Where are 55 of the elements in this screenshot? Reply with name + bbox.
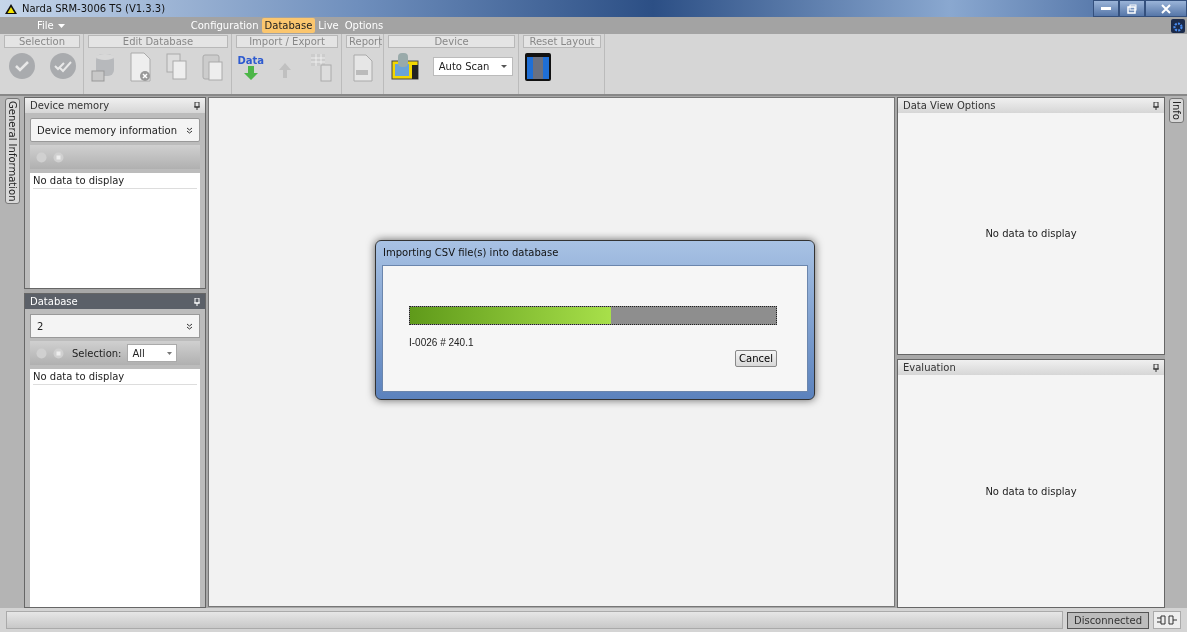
paste-icon[interactable] [200,51,226,83]
empty-message: No data to display [985,485,1077,497]
window-title: Narda SRM-3006 TS (V1.3.3) [22,3,166,14]
plug-icon[interactable] [1153,611,1181,629]
minimize-icon [1101,6,1111,11]
side-tab[interactable]: General Information [4,98,20,205]
pin-icon[interactable] [1153,101,1159,110]
ribbon-group-label: Reset Layout [523,35,601,48]
pin-icon[interactable] [1153,363,1159,372]
dialog-title: Importing CSV file(s) into database [382,246,560,260]
selection-label: Selection: [72,347,122,359]
empty-message: No data to display [985,228,1077,239]
minimize-button[interactable] [1093,0,1119,17]
ribbon-group-label: Report [346,35,380,48]
panel-title: Evaluation [903,362,956,373]
double-chevron-icon [186,322,193,330]
ribbon-group-label: Selection [4,35,80,48]
side-tab[interactable]: Info [1168,98,1184,123]
selection-dropdown[interactable]: All [127,344,178,362]
memory-dropdown[interactable]: Device memory information [30,118,200,142]
report-document-icon[interactable] [350,51,376,83]
empty-message: No data to display [33,175,197,189]
caret-icon [500,64,507,68]
close-button[interactable] [1145,0,1187,17]
restore-button[interactable] [1119,0,1145,17]
caret-icon [167,351,173,355]
ribbon-group-label: Edit Database [88,35,228,48]
document-delete-icon[interactable] [128,51,154,83]
panel-title: Database [30,296,78,307]
double-check-circle-icon[interactable] [47,51,78,81]
close-icon [1161,3,1171,14]
import-data-button[interactable]: Data [238,54,263,80]
caret-icon [57,23,65,28]
settings-icon[interactable] [1171,19,1185,33]
progress-status: I-0026 # 240.1 [409,337,475,348]
copy-icon[interactable] [164,51,190,83]
check-circle-icon[interactable] [6,51,37,81]
double-chevron-icon [186,126,193,134]
arrow-down-icon [243,65,258,80]
cancel-button[interactable]: Cancel [735,350,777,367]
warning-triangle-icon [4,2,18,15]
ribbon-group-label: Device [388,35,515,48]
pin-icon[interactable] [194,101,200,110]
empty-message: No data to display [33,371,197,385]
panel-title: Device memory [30,100,110,111]
layout-window-icon[interactable] [523,51,553,83]
stop-icon[interactable] [53,151,64,163]
restore-icon [1127,3,1137,14]
scan-mode-dropdown[interactable]: Auto Scan [432,56,513,76]
stop-icon[interactable] [53,347,64,359]
panel-title: Data View Options [903,100,996,111]
connection-status: Disconnected [1066,611,1149,629]
ribbon-group-label: Import / Export [236,35,338,48]
menu-tab[interactable]: Database [261,18,316,33]
database-dropdown[interactable]: 2 [30,314,200,338]
